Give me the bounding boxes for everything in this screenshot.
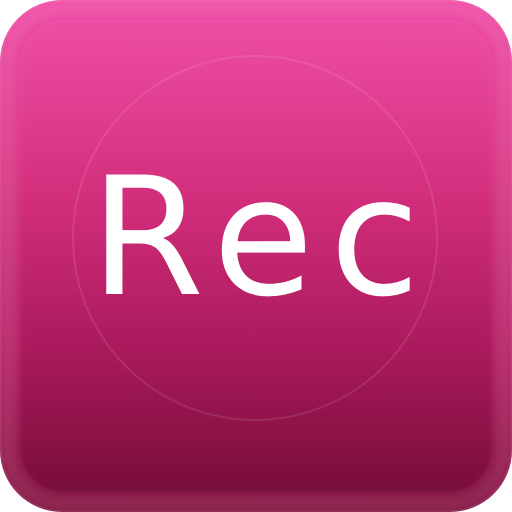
app-icon-label: Rec [90, 142, 436, 333]
icon-canvas: Rec [0, 0, 512, 512]
rec-app-icon[interactable]: Rec [0, 0, 512, 512]
